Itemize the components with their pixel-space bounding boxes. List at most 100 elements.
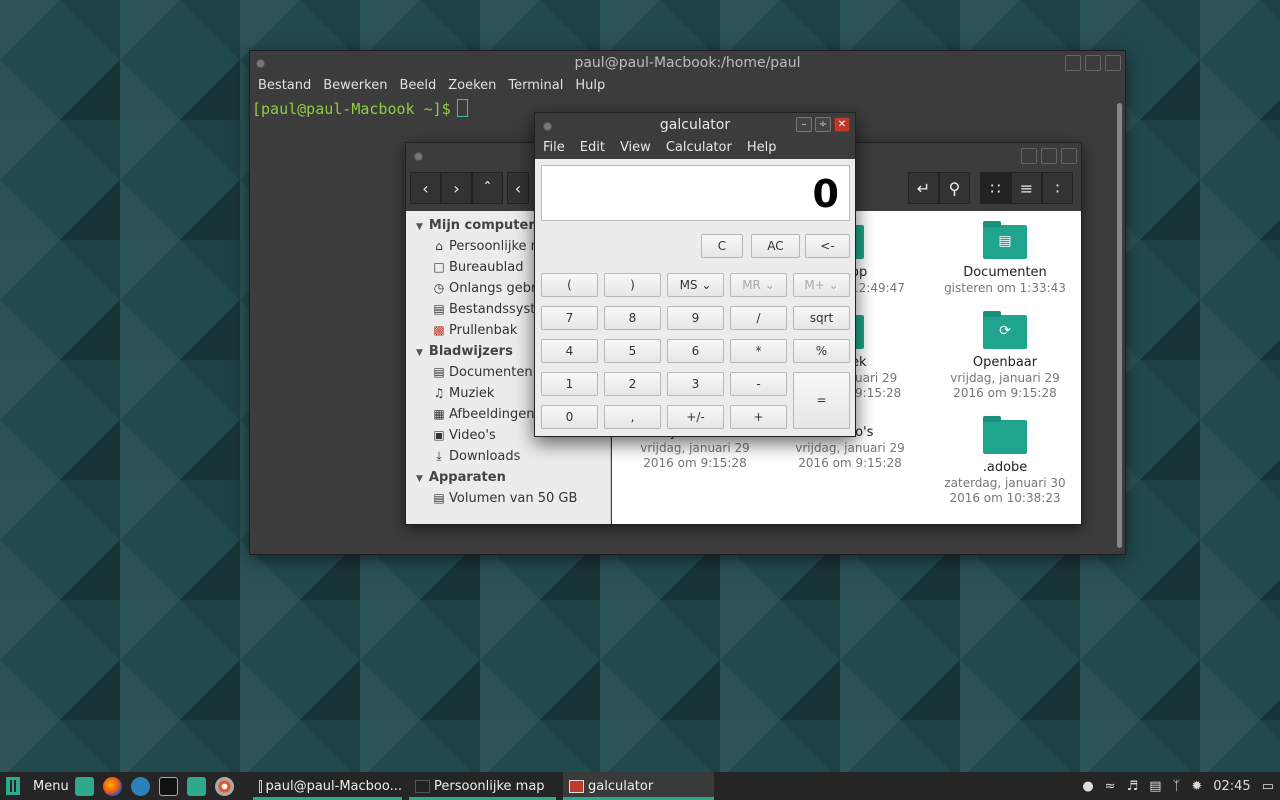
sign-button[interactable]: +/- [667, 405, 724, 429]
task-terminal[interactable]: paul@paul-Macboo... [253, 772, 402, 800]
documents-folder-icon: ▤ [983, 221, 1027, 259]
task-galculator[interactable]: galculator [563, 772, 714, 800]
terminal-icon[interactable] [159, 777, 178, 796]
close-button[interactable] [1105, 55, 1121, 71]
start-menu-button[interactable]: Menu [6, 776, 69, 796]
minimize-button[interactable] [1021, 148, 1037, 164]
bluetooth-icon[interactable]: ᛉ [1173, 779, 1181, 794]
menu-beeld[interactable]: Beeld [393, 75, 442, 97]
icon-view-icon[interactable]: ∷ [980, 172, 1011, 204]
key-8[interactable]: 8 [604, 306, 661, 330]
key-4[interactable]: 4 [541, 339, 598, 363]
menu-file[interactable]: File [537, 137, 571, 159]
key-9[interactable]: 9 [667, 306, 724, 330]
plus-button[interactable]: + [730, 405, 787, 429]
settings-icon[interactable]: ✹ [1191, 779, 1202, 794]
file-item-documenten[interactable]: ▤ Documenten gisteren om 1:33:43 [930, 221, 1080, 296]
memory-add-button[interactable]: M+ ⌄ [793, 273, 850, 297]
window-menu-icon[interactable] [414, 152, 423, 161]
firefox-icon[interactable] [103, 777, 122, 796]
show-desktop-icon[interactable]: ▭ [1262, 779, 1274, 794]
clear-button[interactable]: C [701, 234, 743, 258]
galculator-window[interactable]: galculator – ÷ ✕ File Edit View Calculat… [534, 112, 856, 437]
list-view-icon[interactable]: ≡ [1011, 172, 1042, 204]
window-menu-icon[interactable] [256, 59, 265, 68]
key-2[interactable]: 2 [604, 372, 661, 396]
menu-hulp[interactable]: Hulp [569, 75, 611, 97]
menu-edit[interactable]: Edit [574, 137, 611, 159]
menu-calculator[interactable]: Calculator [660, 137, 738, 159]
menu-view[interactable]: View [614, 137, 657, 159]
backspace-button[interactable]: <- [805, 234, 850, 258]
thunderbird-icon[interactable] [131, 777, 150, 796]
maximize-button[interactable] [1085, 55, 1101, 71]
drive-icon: ▤ [433, 491, 445, 505]
menu-zoeken[interactable]: Zoeken [442, 75, 502, 97]
file-item-adobe[interactable]: .adobe zaterdag, januari 30 2016 om 10:3… [930, 416, 1080, 506]
sidebar-section-devices[interactable]: ▼ Apparaten [406, 467, 610, 488]
open-paren-button[interactable]: ( [541, 273, 598, 297]
recent-icon: ◷ [433, 281, 445, 295]
clock[interactable]: 02:45 [1213, 779, 1250, 794]
minimize-button[interactable] [1065, 55, 1081, 71]
chevron-down-icon: ⌄ [828, 278, 839, 292]
close-button[interactable]: ✕ [834, 117, 850, 132]
galculator-titlebar[interactable]: galculator – ÷ ✕ [535, 113, 855, 137]
terminal-menubar: Bestand Bewerken Beeld Zoeken Terminal H… [250, 75, 1125, 97]
calculator-icon [569, 779, 584, 793]
close-button[interactable] [1061, 148, 1077, 164]
media-player-icon[interactable] [215, 777, 234, 796]
forward-icon[interactable]: › [441, 172, 472, 204]
key-1[interactable]: 1 [541, 372, 598, 396]
compact-view-icon[interactable]: ∶ [1042, 172, 1073, 204]
key-6[interactable]: 6 [667, 339, 724, 363]
clipboard-icon[interactable]: ▤ [1149, 779, 1161, 794]
back-icon[interactable]: ‹ [410, 172, 441, 204]
key-3[interactable]: 3 [667, 372, 724, 396]
menu-bewerken[interactable]: Bewerken [317, 75, 393, 97]
maximize-button[interactable]: ÷ [815, 117, 831, 132]
chevron-down-icon: ⌄ [701, 278, 712, 292]
key-7[interactable]: 7 [541, 306, 598, 330]
maximize-button[interactable] [1041, 148, 1057, 164]
galculator-body: 0 C AC <- ( ) MS ⌄ MR ⌄ M+ ⌄ 7 8 9 / sqr… [535, 159, 855, 436]
file-item-openbaar[interactable]: ⟳ Openbaar vrijdag, januari 29 2016 om 9… [930, 311, 1080, 401]
taskbar: Menu paul@paul-Macboo... Persoonlijke ma… [0, 772, 1280, 800]
volume-icon[interactable]: ♬ [1127, 779, 1139, 794]
memory-store-button[interactable]: MS ⌄ [667, 273, 724, 297]
task-file-manager[interactable]: Persoonlijke map [409, 772, 556, 800]
memory-recall-button[interactable]: MR ⌄ [730, 273, 787, 297]
percent-button[interactable]: % [793, 339, 850, 363]
show-desktop-icon[interactable] [75, 777, 94, 796]
files-icon[interactable] [187, 777, 206, 796]
sidebar-item-downloads[interactable]: ⤓ Downloads [406, 446, 610, 467]
minus-button[interactable]: - [730, 372, 787, 396]
minimize-button[interactable]: – [796, 117, 812, 132]
divide-button[interactable]: / [730, 306, 787, 330]
all-clear-button[interactable]: AC [751, 234, 800, 258]
window-menu-icon[interactable] [543, 122, 552, 131]
comma-button[interactable]: , [604, 405, 661, 429]
up-icon[interactable]: ˆ [472, 172, 503, 204]
galculator-title: galculator [659, 117, 731, 133]
search-icon[interactable]: ⚲ [939, 172, 970, 204]
menu-bestand[interactable]: Bestand [252, 75, 317, 97]
key-5[interactable]: 5 [604, 339, 661, 363]
terminal-cursor [456, 99, 468, 117]
terminal-scrollbar[interactable] [1117, 103, 1122, 548]
toggle-location-icon[interactable]: ↵ [908, 172, 939, 204]
user-icon[interactable]: ● [1082, 779, 1093, 794]
wifi-icon[interactable]: ≈ [1105, 779, 1116, 794]
menu-terminal[interactable]: Terminal [502, 75, 569, 97]
terminal-titlebar[interactable]: paul@paul-Macbook:/home/paul [250, 51, 1125, 75]
menu-help[interactable]: Help [741, 137, 783, 159]
equals-button[interactable]: = [793, 372, 850, 429]
path-left-icon[interactable]: ‹ [507, 172, 529, 204]
close-paren-button[interactable]: ) [604, 273, 661, 297]
chevron-down-icon: ⌄ [764, 278, 775, 292]
music-icon: ♫ [433, 386, 445, 400]
sqrt-button[interactable]: sqrt [793, 306, 850, 330]
multiply-button[interactable]: * [730, 339, 787, 363]
key-0[interactable]: 0 [541, 405, 598, 429]
sidebar-item-volume[interactable]: ▤ Volumen van 50 GB [406, 488, 610, 509]
